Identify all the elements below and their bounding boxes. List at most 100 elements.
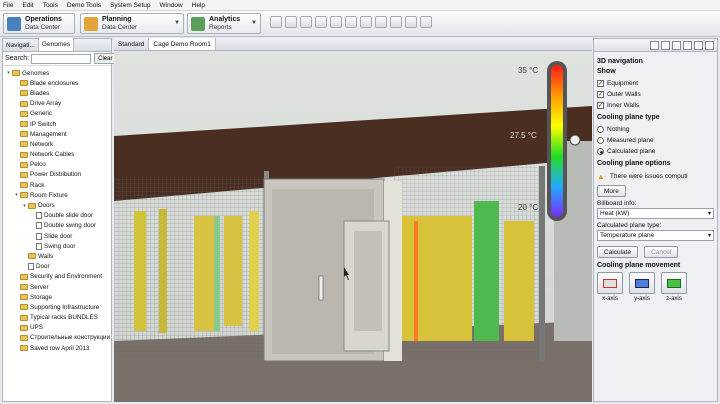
cooling-type-option[interactable]: Nothing [597,124,714,135]
tree-node[interactable]: Generic [3,109,111,119]
cooling-type-option[interactable]: Measured plane [597,135,714,146]
tree-node-label: Supporting Infrastructure [30,303,100,311]
tree-node[interactable]: Строительные конструкции [3,333,111,343]
tree-node[interactable]: Network Cables [3,150,111,160]
tree-node[interactable]: Typical racks BUNDLES [3,313,111,323]
tree-node[interactable]: ▾ Genomes [3,68,111,78]
billboard-select[interactable]: Heat (kW) [597,208,714,219]
menu-item[interactable]: Edit [22,2,33,9]
document-icon [36,222,42,230]
tab-navigation[interactable]: Navigati... [3,39,39,51]
paste-icon[interactable] [345,16,357,28]
tab-genomes[interactable]: Genomes [38,38,75,51]
tree-node[interactable]: Double slide door [3,211,111,221]
tree-node[interactable]: Server [3,282,111,292]
y-axis-button[interactable]: y-axis [629,272,655,302]
document-icon [36,232,42,240]
perspective-planning[interactable]: Planning Data Center ▼ [80,13,184,34]
checkbox[interactable]: ✓ [597,91,604,98]
undo-icon[interactable] [285,16,297,28]
folder-icon [28,202,36,209]
radio-button[interactable] [597,126,604,133]
tree-node-label: Строительные конструкции [30,334,111,342]
tab-cage-demo-room1[interactable]: Cage Demo Room1 [149,38,216,50]
radio-button[interactable] [597,137,604,144]
chevron-down-icon[interactable]: ▼ [174,20,180,26]
tree-node[interactable]: Swing door [3,241,111,251]
tree-node-label: Network [30,140,54,148]
scale-handle-icon[interactable] [569,134,581,146]
expand-icon[interactable]: ▾ [21,203,28,209]
tree-node[interactable]: Security and Environment [3,272,111,282]
3d-viewport[interactable]: 35 °C 27.5 °C 20 °C [114,51,592,402]
menu-item[interactable]: Tools [43,2,58,9]
calculate-button[interactable]: Calculate [597,246,639,258]
movement-heading: Cooling plane movement [597,262,681,269]
save-icon[interactable] [270,16,282,28]
tree-node[interactable]: ▾ Doors [3,200,111,210]
calc-type-select[interactable]: Temperature plane [597,230,714,241]
connect-icon[interactable] [390,16,402,28]
perspective-operations[interactable]: Operations Data Center [3,13,75,34]
tree-node[interactable]: Drive Array [3,99,111,109]
tree-node[interactable]: Supporting Infrastructure [3,302,111,312]
menu-item[interactable]: System Setup [110,2,150,9]
menu-item[interactable]: Help [192,2,205,9]
tree-node[interactable]: Power Distribution [3,170,111,180]
tree-node-label: Server [30,283,49,291]
cancel-button[interactable]: Cancel [644,246,679,258]
cooling-type-option[interactable]: Calculated plane [597,146,714,157]
show-option[interactable]: ✓ Outer Walls [597,89,714,100]
x-axis-button[interactable]: x-axis [597,272,623,302]
menu-item[interactable]: File [3,2,13,9]
more-button[interactable]: More [597,185,626,197]
tree-node[interactable]: Walls [3,251,111,261]
chevron-down-icon[interactable]: ▼ [251,20,257,26]
tab-standard[interactable]: Standard [114,38,150,50]
radio-button[interactable] [597,148,604,155]
layout-icon[interactable] [405,16,417,28]
settings-icon[interactable] [683,40,692,50]
move-icon[interactable] [360,16,372,28]
menu-item[interactable]: Demo Tools [67,2,101,9]
tree-node[interactable]: Blades [3,88,111,98]
maximize-icon[interactable] [705,40,714,50]
menu-item[interactable]: Window [160,2,183,9]
tree-node[interactable]: IP Switch [3,119,111,129]
minimize-icon[interactable] [694,40,703,50]
tree-node[interactable]: Saved row April 2013 [3,343,111,353]
tree-node[interactable]: Management [3,129,111,139]
tree-node[interactable]: Pelco [3,160,111,170]
search-input[interactable] [31,53,92,64]
expand-icon[interactable]: ▾ [13,192,20,198]
show-option[interactable]: ✓ Inner Walls [597,100,714,111]
tree-node[interactable]: UPS [3,323,111,333]
grid-icon[interactable] [661,40,670,50]
folder-icon [20,314,28,321]
tree-node[interactable]: Double swing door [3,221,111,231]
checkbox[interactable]: ✓ [597,80,604,87]
checkbox[interactable]: ✓ [597,102,604,109]
tree-node[interactable]: ▾ Room Fixture [3,190,111,200]
copy-icon[interactable] [330,16,342,28]
show-option[interactable]: ✓ Equipment [597,78,714,89]
door-handle[interactable] [318,275,324,301]
tree-node-label: Storage [30,293,53,301]
expand-icon[interactable]: ▾ [5,70,12,76]
perspective-analytics[interactable]: Analytics Reports ▼ [187,13,261,34]
list-icon[interactable] [672,40,681,50]
redo-icon[interactable] [300,16,312,28]
tree-node[interactable]: Storage [3,292,111,302]
z-axis-button[interactable]: z-axis [661,272,687,302]
tree-node[interactable]: Network [3,139,111,149]
link-icon[interactable] [375,16,387,28]
tree-node[interactable]: Door [3,262,111,272]
tree-node-label: Generic [30,110,53,118]
tree-node[interactable]: Slide door [3,231,111,241]
view-icon[interactable] [650,40,659,50]
cut-icon[interactable] [315,16,327,28]
tree-node[interactable]: Rack [3,180,111,190]
checkbox-label: Equipment [607,80,639,87]
export-icon[interactable] [420,16,432,28]
tree-node[interactable]: Blade enclosures [3,78,111,88]
